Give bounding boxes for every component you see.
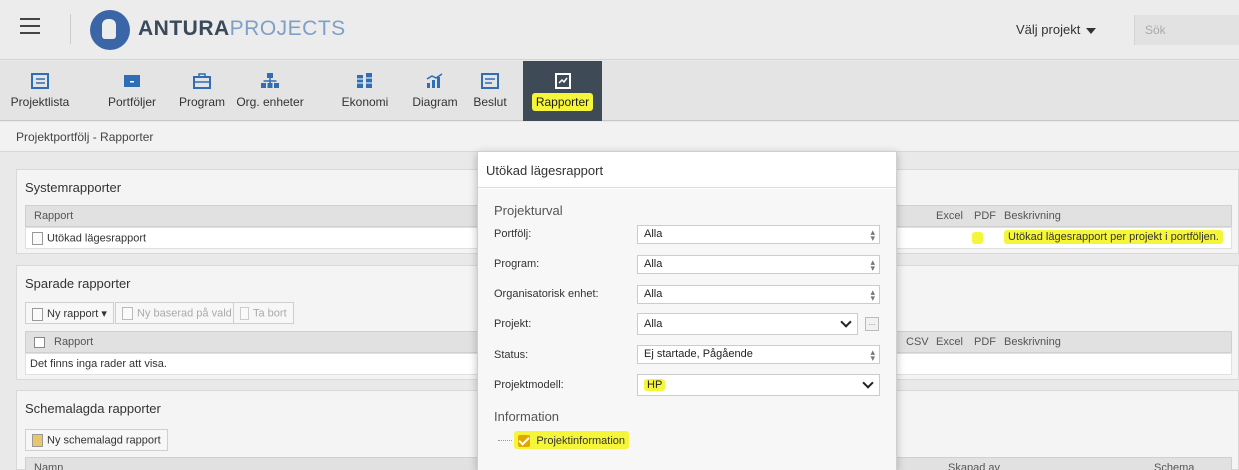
col-report: Rapport <box>34 210 74 222</box>
document-icon <box>32 232 43 245</box>
col-report[interactable]: Rapport <box>54 336 93 348</box>
section-project-selection: Projekturval <box>494 203 563 218</box>
col-description[interactable]: Beskrivning <box>1004 336 1061 348</box>
dialog-title: Utökad lägesrapport <box>478 152 896 188</box>
spinner-arrows-icon: ▴ ▾ <box>870 347 875 363</box>
new-report-button[interactable]: Ny rapport ▾ <box>25 302 114 324</box>
chevron-down-icon <box>862 377 874 389</box>
report-name[interactable]: Utökad lägesrapport <box>32 232 146 245</box>
pdf-icon <box>972 232 983 245</box>
project-label: Projekt: <box>494 318 532 330</box>
antura-logo-icon <box>90 10 130 50</box>
toolbar-projektlista[interactable]: Projektlista <box>6 61 74 121</box>
project-information-checkbox[interactable]: Projektinformation <box>514 431 629 449</box>
header-divider <box>70 14 71 44</box>
logo-light-text: PROJECTS <box>229 17 346 40</box>
col-created-by[interactable]: Skapad av <box>948 462 1000 470</box>
toolbar-rapporter[interactable]: Rapporter <box>523 61 602 121</box>
document-icon <box>122 307 133 320</box>
project-model-select[interactable]: HP <box>637 374 880 396</box>
toolbar-label: Portföljer <box>107 95 157 109</box>
portfolio-label: Portfölj: <box>494 228 532 240</box>
status-label: Status: <box>494 349 529 361</box>
toolbar-label: Diagram <box>412 95 458 109</box>
chevron-down-icon <box>840 316 852 328</box>
document-icon <box>32 307 43 321</box>
pdf-download[interactable] <box>972 232 983 245</box>
program-label: Program: <box>494 258 540 270</box>
project-more-button[interactable]: ... <box>865 317 879 331</box>
col-schedule[interactable]: Schema <box>1154 462 1194 470</box>
toolbar-label: Ekonomi <box>341 95 389 109</box>
section-information: Information <box>494 409 560 424</box>
app-logo[interactable]: ANTURAPROJECTS <box>138 17 346 41</box>
org-unit-select[interactable]: Alla ▴ ▾ <box>637 285 880 304</box>
toolbar-org-enheter[interactable]: Org. enheter <box>233 61 307 121</box>
toolbar-portfoljer[interactable]: Portföljer <box>98 61 166 121</box>
portfolio-select[interactable]: Alla ▴ ▾ <box>637 225 880 244</box>
toolbar-label: Rapporter <box>531 93 594 111</box>
program-select[interactable]: Alla ▴ ▾ <box>637 255 880 274</box>
coins-icon <box>357 73 372 88</box>
toolbar-label: Projektlista <box>10 95 70 109</box>
project-select[interactable]: Alla <box>637 313 858 335</box>
search-input[interactable]: Sök <box>1134 15 1239 45</box>
toolbar-ekonomi[interactable]: Ekonomi <box>337 61 393 121</box>
col-excel[interactable]: Excel <box>936 336 963 348</box>
toolbar-diagram[interactable]: Diagram <box>408 61 462 121</box>
dialog-body: Projekturval Portfölj: Alla ▴ ▾ Program: A… <box>478 189 896 470</box>
spinner-arrows-icon: ▴ ▾ <box>870 257 875 273</box>
top-header: ANTURAPROJECTS Välj projekt Sök <box>0 0 1239 60</box>
org-chart-icon <box>261 73 279 88</box>
col-csv[interactable]: CSV <box>906 336 929 348</box>
chart-icon <box>426 73 443 88</box>
col-excel[interactable]: Excel <box>936 210 963 222</box>
main-toolbar: Projektlista Portföljer Program Org. enh… <box>0 61 1239 121</box>
select-project-label: Välj projekt <box>1016 22 1081 37</box>
toolbar-beslut[interactable]: Beslut <box>470 61 510 121</box>
logo-bold-text: ANTURA <box>138 17 230 40</box>
select-project-dropdown[interactable]: Välj projekt <box>1016 22 1097 37</box>
trash-icon <box>240 307 249 320</box>
new-scheduled-report-button[interactable]: Ny schemalagd rapport <box>25 429 168 451</box>
folder-icon <box>124 75 140 87</box>
select-all-checkbox[interactable] <box>34 336 45 348</box>
spinner-arrows-icon: ▴ ▾ <box>870 227 875 243</box>
toolbar-label: Org. enheter <box>236 95 304 109</box>
checkbox-checked-icon <box>518 434 530 447</box>
delete-button[interactable]: Ta bort <box>233 302 294 324</box>
report-icon <box>554 73 571 89</box>
checkbox-label: Projektinformation <box>536 435 625 447</box>
list-icon <box>31 73 49 89</box>
toolbar-label: Beslut <box>473 95 507 109</box>
toolbar-program[interactable]: Program <box>174 61 230 121</box>
project-model-label: Projektmodell: <box>494 379 564 391</box>
col-pdf[interactable]: PDF <box>974 210 996 222</box>
report-dialog: Utökad lägesrapport Projekturval Portföl… <box>477 151 897 470</box>
breadcrumb: Projektportfölj - Rapporter <box>0 122 1239 152</box>
calendar-icon <box>32 434 43 447</box>
status-select[interactable]: Ej startade, Pågående ▴ ▾ <box>637 345 880 364</box>
report-description: Utökad lägesrapport per projekt i portfö… <box>1004 230 1223 244</box>
tree-connector <box>498 440 512 441</box>
decision-icon <box>481 73 499 89</box>
hamburger-menu-icon[interactable] <box>20 18 40 34</box>
caret-down-icon <box>1086 27 1097 34</box>
col-name[interactable]: Namn <box>34 462 63 470</box>
col-description[interactable]: Beskrivning <box>1004 210 1061 222</box>
col-pdf[interactable]: PDF <box>974 336 996 348</box>
toolbar-label: Program <box>178 95 225 109</box>
new-based-on-selected-button[interactable]: Ny baserad på vald <box>115 302 239 324</box>
empty-message: Det finns inga rader att visa. <box>30 358 167 370</box>
spinner-arrows-icon: ▴ ▾ <box>870 287 875 303</box>
briefcase-icon <box>193 73 211 89</box>
org-unit-label: Organisatorisk enhet: <box>494 288 599 300</box>
